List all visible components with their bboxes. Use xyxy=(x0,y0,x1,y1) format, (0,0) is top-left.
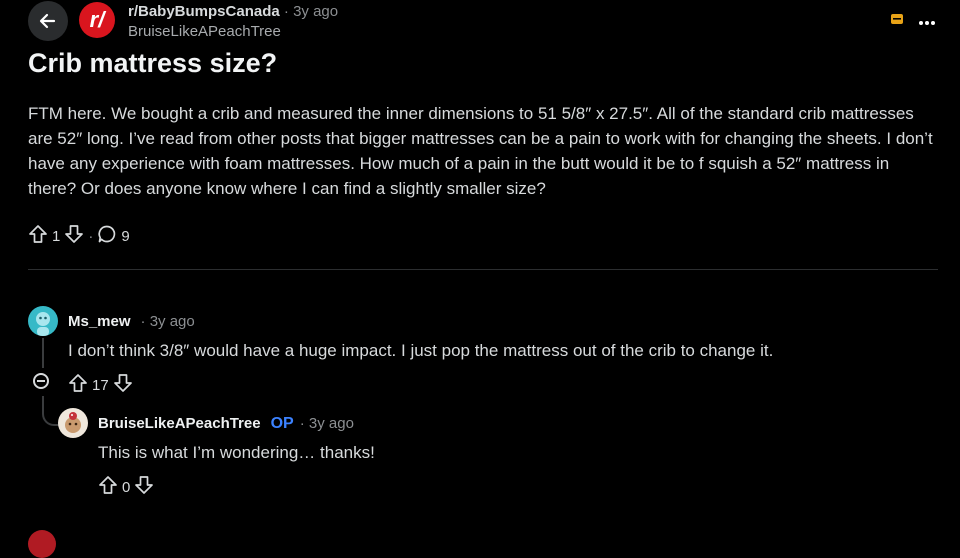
divider xyxy=(28,269,938,270)
comment-header: BruiseLikeAPeachTree OP · 3y ago xyxy=(98,415,354,433)
post-actions: 1 · 9 xyxy=(28,224,130,248)
thread-line xyxy=(42,338,44,368)
comment-header: Ms_mew · 3y ago xyxy=(68,313,195,330)
post-title: Crib mattress size? xyxy=(28,48,278,78)
upvote-icon[interactable] xyxy=(68,373,88,397)
header-actions xyxy=(890,12,936,31)
header-separator: · xyxy=(283,3,289,20)
avatar[interactable] xyxy=(28,306,58,336)
post-author[interactable]: BruiseLikeAPeachTree xyxy=(128,23,281,40)
collapse-icon[interactable] xyxy=(33,373,49,389)
actions-separator: · xyxy=(88,227,94,245)
comment-text: This is what I’m wondering… thanks! xyxy=(98,443,375,462)
comment-vote-count: 17 xyxy=(92,376,109,394)
subreddit-icon[interactable]: r/ xyxy=(79,2,115,38)
comment-time: · 3y ago xyxy=(299,415,354,432)
award-icon[interactable] xyxy=(890,12,904,31)
comment-time: · 3y ago xyxy=(140,313,195,330)
downvote-icon[interactable] xyxy=(134,475,154,499)
comment-actions: 0 xyxy=(98,475,154,499)
comment-username[interactable]: BruiseLikeAPeachTree xyxy=(98,415,261,432)
back-button[interactable] xyxy=(28,1,68,41)
comment-actions: 17 xyxy=(68,373,133,397)
subreddit-line: r/BabyBumpsCanada · 3y ago xyxy=(128,3,338,20)
post-time: 3y ago xyxy=(293,3,339,20)
subreddit-name[interactable]: r/BabyBumpsCanada xyxy=(128,3,280,20)
downvote-icon[interactable] xyxy=(113,373,133,397)
more-options-icon[interactable] xyxy=(918,13,936,31)
avatar[interactable] xyxy=(28,530,56,558)
comment-text: I don’t think 3/8″ would have a huge imp… xyxy=(68,341,774,360)
post-vote-count: 1 xyxy=(52,227,61,245)
comment-username[interactable]: Ms_mew xyxy=(68,313,131,330)
post-comment-count[interactable]: 9 xyxy=(121,228,129,245)
comment-vote-count: 0 xyxy=(122,478,131,496)
upvote-icon[interactable] xyxy=(28,224,48,248)
downvote-icon[interactable] xyxy=(64,224,84,248)
upvote-icon[interactable] xyxy=(98,475,118,499)
back-arrow-icon xyxy=(39,13,56,29)
post-body: FTM here. We bought a crib and measured … xyxy=(28,104,933,198)
avatar[interactable] xyxy=(58,408,88,438)
subreddit-icon-text: r/ xyxy=(89,7,105,32)
op-badge: OP xyxy=(270,415,294,432)
comment-icon[interactable] xyxy=(97,224,117,248)
